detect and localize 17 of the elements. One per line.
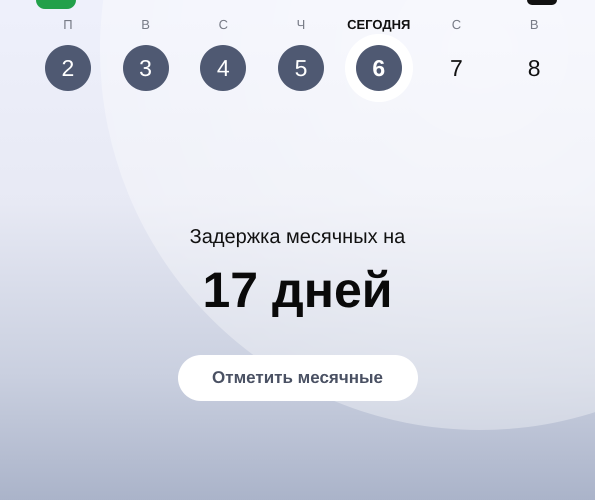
day-button[interactable]: 8 xyxy=(511,45,558,91)
weekday-label: В xyxy=(141,16,150,34)
status-value: 17 дней xyxy=(202,261,392,319)
weekday-label: СЕГОДНЯ xyxy=(347,16,410,34)
status-caption: Задержка месячных на xyxy=(190,226,406,249)
weekday-label: С xyxy=(218,16,228,34)
day-button[interactable]: 5 xyxy=(278,45,324,91)
day-button[interactable]: 4 xyxy=(200,45,246,91)
day-button[interactable]: 2 xyxy=(44,45,91,91)
day-button[interactable]: 6 xyxy=(356,45,402,91)
weekday-label: Ч xyxy=(296,16,306,34)
day-button[interactable]: 3 xyxy=(122,45,169,91)
weekday-label: П xyxy=(63,16,73,34)
weekday-label: С xyxy=(452,16,462,34)
weekday-label: В xyxy=(530,16,538,34)
day-button[interactable]: 7 xyxy=(433,45,480,91)
log-period-button[interactable]: Отметить месячные xyxy=(178,355,418,401)
